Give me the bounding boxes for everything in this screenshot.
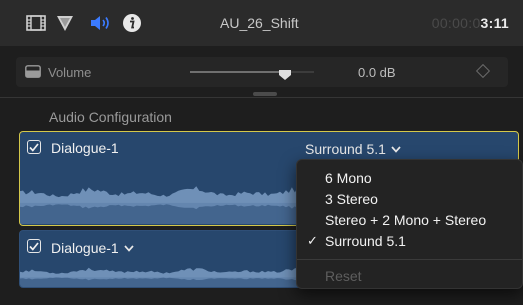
menu-separator (297, 259, 522, 260)
checkmark-icon: ✓ (307, 233, 318, 248)
volume-row: Volume 0.0 dB (16, 57, 508, 87)
clip-title: AU_26_Shift (220, 15, 299, 31)
volume-label: Volume (48, 65, 92, 80)
menu-item-reset: Reset (325, 268, 362, 284)
timecode-bright: 3:11 (480, 15, 509, 31)
component-name[interactable]: Dialogue-1 (51, 239, 134, 256)
chevron-down-icon (124, 239, 134, 255)
audio-configuration-label: Audio Configuration (49, 109, 172, 125)
resize-grip[interactable] (253, 92, 277, 96)
enable-checkbox[interactable] (27, 140, 41, 154)
menu-item-surround-5-1[interactable]: Surround 5.1 (325, 233, 406, 249)
inspector-header: AU_26_Shift 00:00:03:11 (0, 0, 523, 46)
volume-slider[interactable] (190, 71, 314, 73)
keyframe-diamond-icon[interactable] (475, 63, 491, 79)
component-name-text: Dialogue-1 (51, 240, 119, 256)
chevron-down-icon (391, 140, 401, 156)
channel-config-value: Surround 5.1 (305, 141, 386, 157)
speaker-icon[interactable] (90, 13, 114, 33)
filter-icon[interactable] (56, 13, 74, 33)
timecode: 00:00:03:11 (432, 15, 509, 31)
volume-slider-fill (190, 71, 283, 73)
channel-config-menu: 6 Mono 3 Stereo Stereo + 2 Mono + Stereo… (296, 159, 523, 289)
info-icon[interactable] (122, 13, 142, 33)
menu-item-3-stereo[interactable]: 3 Stereo (325, 191, 378, 207)
enable-checkbox[interactable] (27, 239, 41, 253)
component-name: Dialogue-1 (51, 140, 119, 156)
menu-item-6-mono[interactable]: 6 Mono (325, 170, 372, 186)
channel-config-popup[interactable]: Surround 5.1 (305, 140, 401, 157)
audio-component-header: Dialogue-1 Surround 5.1 (20, 132, 518, 162)
divider (0, 97, 523, 98)
menu-item-stereo-2-mono-stereo[interactable]: Stereo + 2 Mono + Stereo (325, 212, 486, 228)
volume-value[interactable]: 0.0 dB (358, 65, 396, 80)
film-icon[interactable] (26, 13, 46, 33)
disclosure-icon[interactable] (25, 65, 41, 83)
timecode-dim: 00:00:0 (431, 15, 481, 31)
volume-slider-knob[interactable] (279, 67, 291, 80)
